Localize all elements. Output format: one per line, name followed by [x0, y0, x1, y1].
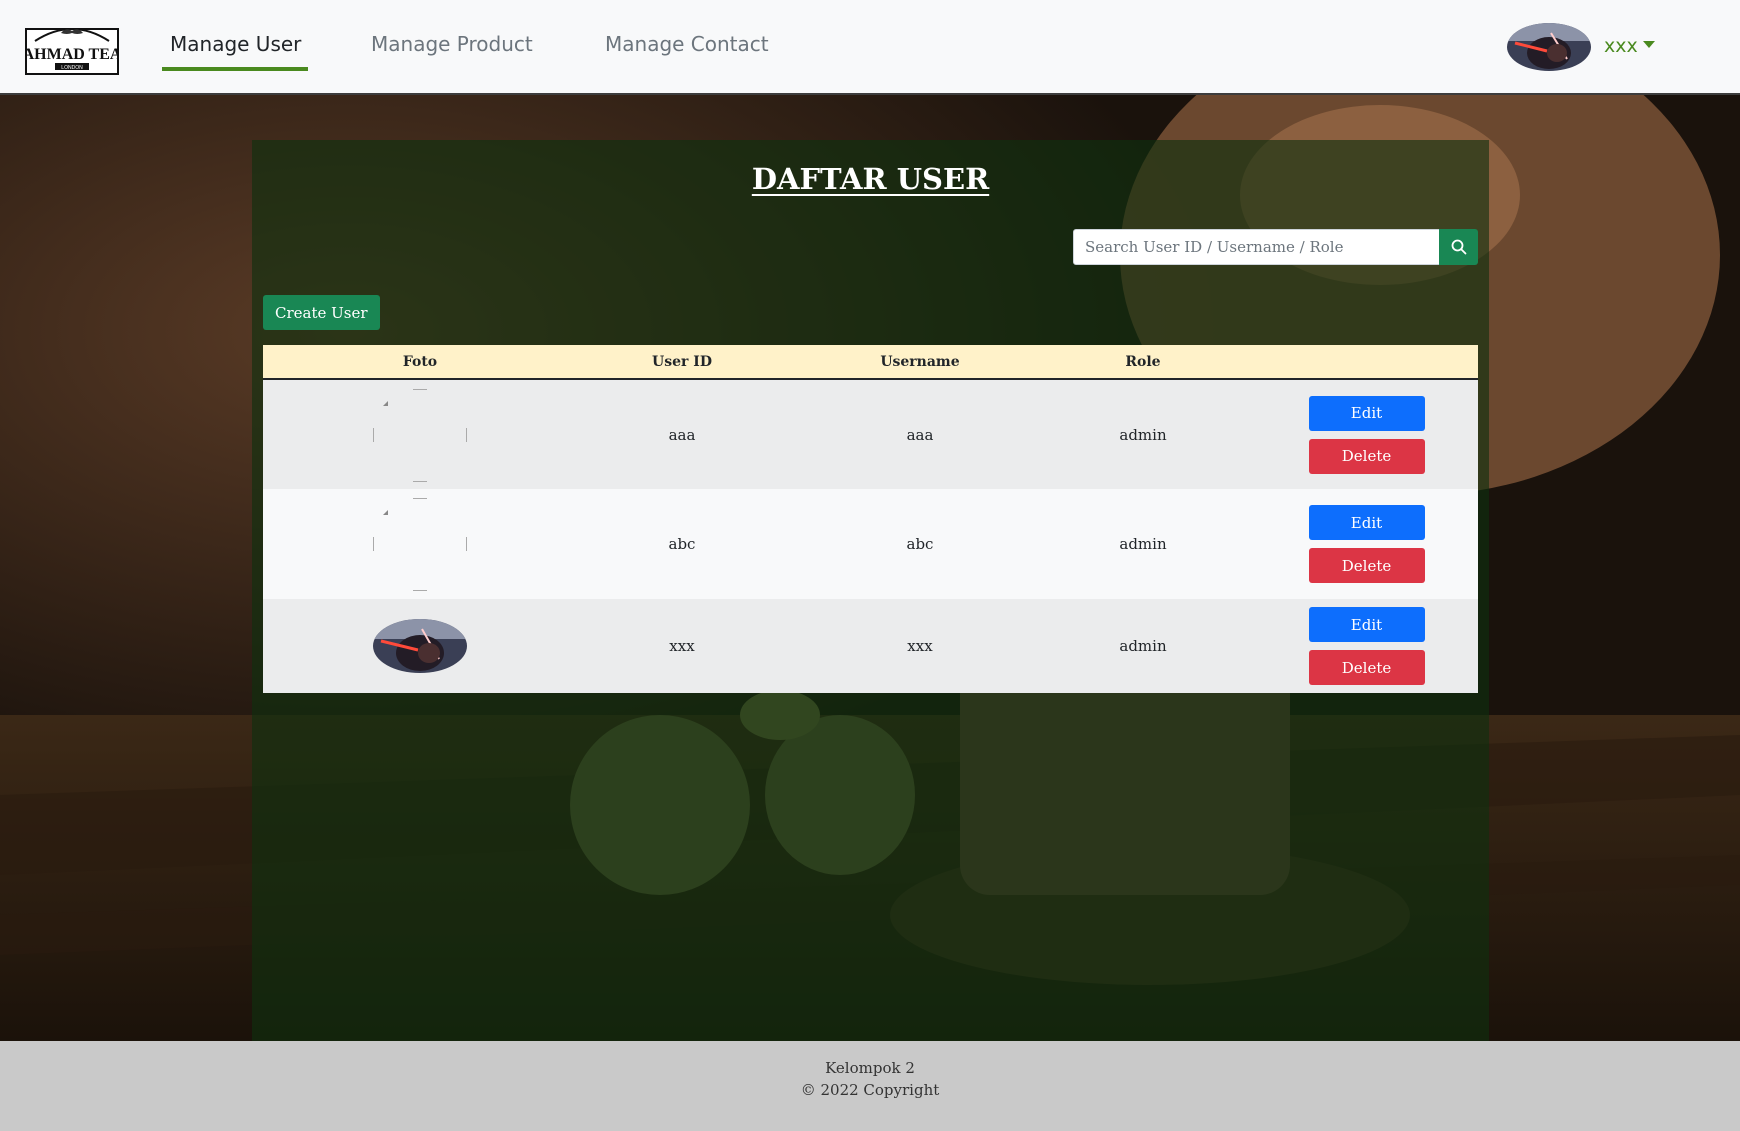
footer-copyright: © 2022 Copyright	[800, 1081, 940, 1099]
delete-button[interactable]: Delete	[1308, 438, 1425, 474]
delete-button[interactable]: Delete	[1308, 650, 1425, 685]
user-table: Foto User ID Username Role aaa aaa admin	[263, 345, 1478, 693]
chevron-down-icon[interactable]	[1643, 41, 1655, 48]
active-nav-indicator	[162, 67, 308, 71]
role-cell: admin	[1119, 637, 1167, 655]
search-input[interactable]	[1073, 229, 1440, 265]
svg-text:LONDON: LONDON	[61, 65, 83, 71]
user-avatar[interactable]	[1507, 23, 1591, 71]
role-cell: admin	[1119, 535, 1167, 553]
user-id-cell: aaa	[668, 425, 696, 444]
page-footer: Kelompok 2 © 2022 Copyright	[0, 1041, 1740, 1131]
table-row: abc abc admin Edit Delete	[263, 489, 1478, 599]
footer-group-name: Kelompok 2	[825, 1059, 915, 1077]
column-header-username: Username	[787, 345, 1053, 380]
actions-cell: Edit Delete	[1233, 599, 1478, 693]
ahmad-tea-logo[interactable]: AHMAD TEA LONDON	[25, 19, 119, 75]
user-menu-name[interactable]: xxx	[1604, 35, 1638, 57]
column-header-user-id: User ID	[577, 345, 787, 380]
broken-image-icon	[373, 388, 467, 482]
column-header-role: Role	[1053, 345, 1233, 380]
create-user-button[interactable]: Create User	[263, 295, 380, 330]
delete-button[interactable]: Delete	[1308, 548, 1425, 583]
edit-button[interactable]: Edit	[1308, 505, 1425, 540]
photo-cell	[263, 489, 577, 599]
table-header-row: Foto User ID Username Role	[263, 345, 1478, 380]
role-cell: admin	[1119, 425, 1167, 444]
username-cell: xxx	[907, 637, 933, 655]
nav-manage-product[interactable]: Manage Product	[371, 32, 533, 56]
user-id-cell: xxx	[669, 637, 695, 655]
username-cell: aaa	[906, 425, 934, 444]
column-header-actions	[1233, 345, 1478, 380]
user-id-cell: abc	[668, 535, 696, 553]
username-cell: abc	[906, 535, 934, 553]
actions-cell: Edit Delete	[1233, 489, 1478, 599]
actions-cell: Edit Delete	[1233, 379, 1478, 489]
svg-text:AHMAD TEA: AHMAD TEA	[25, 46, 119, 63]
nav-manage-user[interactable]: Manage User	[170, 32, 301, 56]
photo-cell	[263, 599, 577, 693]
user-list-panel: DAFTAR USER Create User Foto User ID Use…	[252, 140, 1489, 1041]
edit-button[interactable]: Edit	[1308, 607, 1425, 642]
photo-cell	[263, 379, 577, 489]
broken-image-icon	[373, 497, 467, 591]
edit-button[interactable]: Edit	[1308, 395, 1425, 431]
user-photo-avatar	[373, 619, 467, 673]
search-button[interactable]	[1439, 229, 1478, 265]
search-icon	[1451, 239, 1466, 255]
top-navbar: AHMAD TEA LONDON Manage User Manage Prod…	[0, 0, 1740, 95]
page-title: DAFTAR USER	[751, 162, 990, 196]
column-header-foto: Foto	[263, 345, 577, 380]
table-row: xxx xxx admin Edit Delete	[263, 599, 1478, 693]
table-row: aaa aaa admin Edit Delete	[263, 379, 1478, 489]
nav-manage-contact[interactable]: Manage Contact	[605, 32, 769, 56]
